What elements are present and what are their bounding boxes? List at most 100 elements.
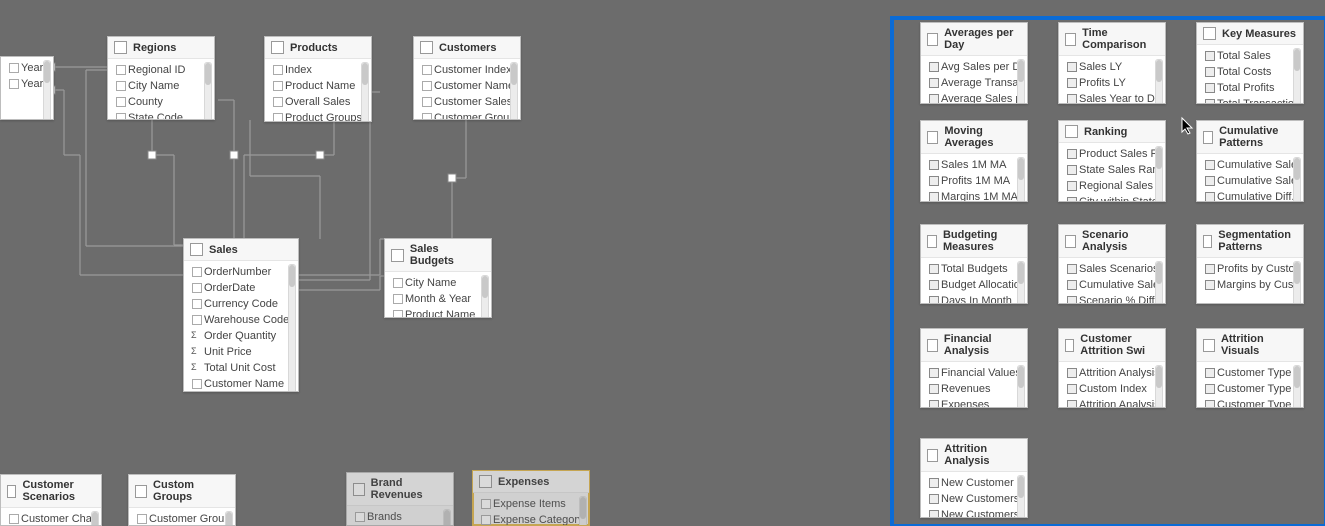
field-item[interactable]: State Code — [114, 110, 210, 120]
table-body[interactable]: Customer IndexCustomer NamesCustomer Sal… — [414, 59, 520, 120]
field-item[interactable]: Avg Sales per Day — [927, 59, 1023, 75]
field-item[interactable]: County — [114, 94, 210, 110]
table-body[interactable]: Cumulative SalesCumulative Sales LYCumul… — [1197, 154, 1303, 202]
scrollbar[interactable] — [1017, 261, 1025, 304]
scrollbar[interactable] — [204, 62, 212, 120]
field-item[interactable]: Total Budgets — [927, 261, 1023, 277]
table-body[interactable]: Regional IDCity NameCountyState CodeStat… — [108, 59, 214, 120]
table-body[interactable]: Customer Change ScenCustomer Scenarios — [1, 508, 101, 526]
scrollbar[interactable] — [481, 275, 489, 318]
scrollbar[interactable] — [1293, 261, 1301, 304]
table-body[interactable]: Expense ItemsExpense CategoryExpense Mon… — [473, 493, 589, 526]
table-body[interactable]: Sales 1M MAProfits 1M MAMargins 1M MA — [921, 154, 1027, 202]
table-header[interactable]: Scenario Analysis — [1059, 225, 1165, 258]
scrollbar[interactable] — [1293, 157, 1301, 202]
table-card[interactable]: Averages per DayAvg Sales per DayAverage… — [920, 22, 1028, 104]
field-item[interactable]: City Name — [114, 78, 210, 94]
table-body[interactable]: Customer Type SalesCustomer TypeCustomer… — [1197, 362, 1303, 408]
scrollbar[interactable] — [1017, 475, 1025, 518]
field-item[interactable]: Average Transactions — [927, 75, 1023, 91]
field-item[interactable]: Month & Year — [391, 291, 487, 307]
field-item[interactable]: Budget Allocation — [927, 277, 1023, 293]
table-header[interactable]: Time Comparison — [1059, 23, 1165, 56]
field-item[interactable]: Cumulative Diff. vs L — [1203, 189, 1299, 202]
table-body[interactable]: OrderNumberOrderDateCurrency CodeWarehou… — [184, 261, 298, 392]
table-card[interactable]: Attrition VisualsCustomer Type SalesCust… — [1196, 328, 1304, 408]
field-item[interactable]: Total Transactions — [1203, 96, 1299, 104]
table-header[interactable]: Custom Groups — [129, 475, 235, 508]
scrollbar[interactable] — [1293, 365, 1301, 408]
field-item[interactable]: Average Sales per M — [927, 91, 1023, 104]
field-item[interactable]: Product Groups Ind — [271, 110, 367, 122]
field-item[interactable]: Regional ID — [114, 62, 210, 78]
table-card[interactable]: Time ComparisonSales LYProfits LYSales Y… — [1058, 22, 1166, 104]
field-item[interactable]: Sales Year to Date — [1065, 91, 1161, 104]
table-header[interactable]: Customers — [414, 37, 520, 59]
scrollbar[interactable] — [1155, 365, 1163, 408]
field-item[interactable]: Sales Scenarios — [1065, 261, 1161, 277]
field-item[interactable]: Customer Group — [420, 110, 516, 120]
model-canvas[interactable]: YearYearRegionsRegional IDCity NameCount… — [0, 0, 1325, 526]
table-body[interactable]: IndexProduct NameOverall SalesProduct Gr… — [265, 59, 371, 122]
field-item[interactable]: Unit Price — [190, 344, 294, 360]
table-body[interactable]: Total BudgetsBudget AllocationDays In Mo… — [921, 258, 1027, 304]
scrollbar[interactable] — [91, 511, 99, 526]
field-item[interactable]: New Customer Sales — [927, 475, 1023, 491]
table-body[interactable]: BrandsMonth & YearCategory — [347, 506, 453, 526]
table-header[interactable]: Attrition Analysis — [921, 439, 1027, 472]
scrollbar[interactable] — [1155, 59, 1163, 104]
field-item[interactable]: Customer Change Scen — [7, 511, 97, 526]
table-card[interactable]: Brand RevenuesBrandsMonth & YearCategory — [346, 472, 454, 526]
field-item[interactable]: Total Unit Cost — [190, 360, 294, 376]
field-item[interactable]: Product Name — [271, 78, 367, 94]
table-body[interactable]: Sales ScenariosCumulative Sales SceScena… — [1059, 258, 1165, 304]
field-item[interactable]: Financial Values — [927, 365, 1023, 381]
table-header[interactable]: Expenses — [473, 471, 589, 493]
field-item[interactable]: Brands — [353, 509, 449, 525]
field-item[interactable]: Customer Type — [1203, 381, 1299, 397]
scrollbar[interactable] — [510, 62, 518, 120]
field-item[interactable]: Sales LY — [1065, 59, 1161, 75]
scrollbar[interactable] — [288, 264, 296, 392]
table-header[interactable]: Averages per Day — [921, 23, 1027, 56]
table-body[interactable]: Financial ValuesRevenuesExpensesActuals — [921, 362, 1027, 408]
table-header[interactable]: Segmentation Patterns — [1197, 225, 1303, 258]
field-item[interactable]: Customer Name Index — [190, 376, 294, 392]
table-card[interactable]: Scenario AnalysisSales ScenariosCumulati… — [1058, 224, 1166, 304]
field-item[interactable]: OrderDate — [190, 280, 294, 296]
table-body[interactable]: Avg Sales per DayAverage TransactionsAve… — [921, 56, 1027, 104]
scrollbar[interactable] — [361, 62, 369, 122]
field-item[interactable]: Profits by Custom Grou — [1203, 261, 1299, 277]
field-item[interactable]: Index — [271, 62, 367, 78]
table-card[interactable]: Customer Attrition SwiAttrition Analysis… — [1058, 328, 1166, 408]
field-item[interactable]: Expenses — [927, 397, 1023, 408]
table-header[interactable]: Ranking — [1059, 121, 1165, 143]
field-item[interactable]: Customer Type % — [1203, 397, 1299, 408]
table-card[interactable]: SalesOrderNumberOrderDateCurrency CodeWa… — [183, 238, 299, 392]
field-item[interactable]: OrderNumber — [190, 264, 294, 280]
table-card[interactable]: Custom GroupsCustomer GroupsMin RankMax … — [128, 474, 236, 526]
table-header[interactable]: Moving Averages — [921, 121, 1027, 154]
table-card[interactable]: Cumulative PatternsCumulative SalesCumul… — [1196, 120, 1304, 202]
field-item[interactable]: Currency Code — [190, 296, 294, 312]
table-card[interactable]: Customer ScenariosCustomer Change ScenCu… — [0, 474, 102, 526]
table-body[interactable]: Customer GroupsMin RankMax Rank — [129, 508, 235, 526]
table-body[interactable]: Product Sales RankState Sales RankRegion… — [1059, 143, 1165, 202]
table-body[interactable]: Sales LYProfits LYSales Year to DateSale… — [1059, 56, 1165, 104]
table-header[interactable]: Key Measures — [1197, 23, 1303, 45]
scrollbar[interactable] — [1017, 365, 1025, 408]
field-item[interactable]: Warehouse Code — [190, 312, 294, 328]
table-header[interactable]: Regions — [108, 37, 214, 59]
field-item[interactable]: Customer Type Sales — [1203, 365, 1299, 381]
field-item[interactable]: Margins 1M MA — [927, 189, 1023, 202]
table-header[interactable]: Financial Analysis — [921, 329, 1027, 362]
field-item[interactable]: State Sales Rank — [1065, 162, 1161, 178]
table-card[interactable]: CustomersCustomer IndexCustomer NamesCus… — [413, 36, 521, 120]
table-header[interactable]: Brand Revenues — [347, 473, 453, 506]
field-item[interactable]: Days In Month — [927, 293, 1023, 304]
table-card[interactable]: RegionsRegional IDCity NameCountyState C… — [107, 36, 215, 120]
table-card[interactable]: Moving AveragesSales 1M MAProfits 1M MAM… — [920, 120, 1028, 202]
field-item[interactable]: New Customers % — [927, 507, 1023, 518]
table-card[interactable]: Segmentation Patterns Profits by Custom G… — [1196, 224, 1304, 304]
field-item[interactable]: City Name — [391, 275, 487, 291]
